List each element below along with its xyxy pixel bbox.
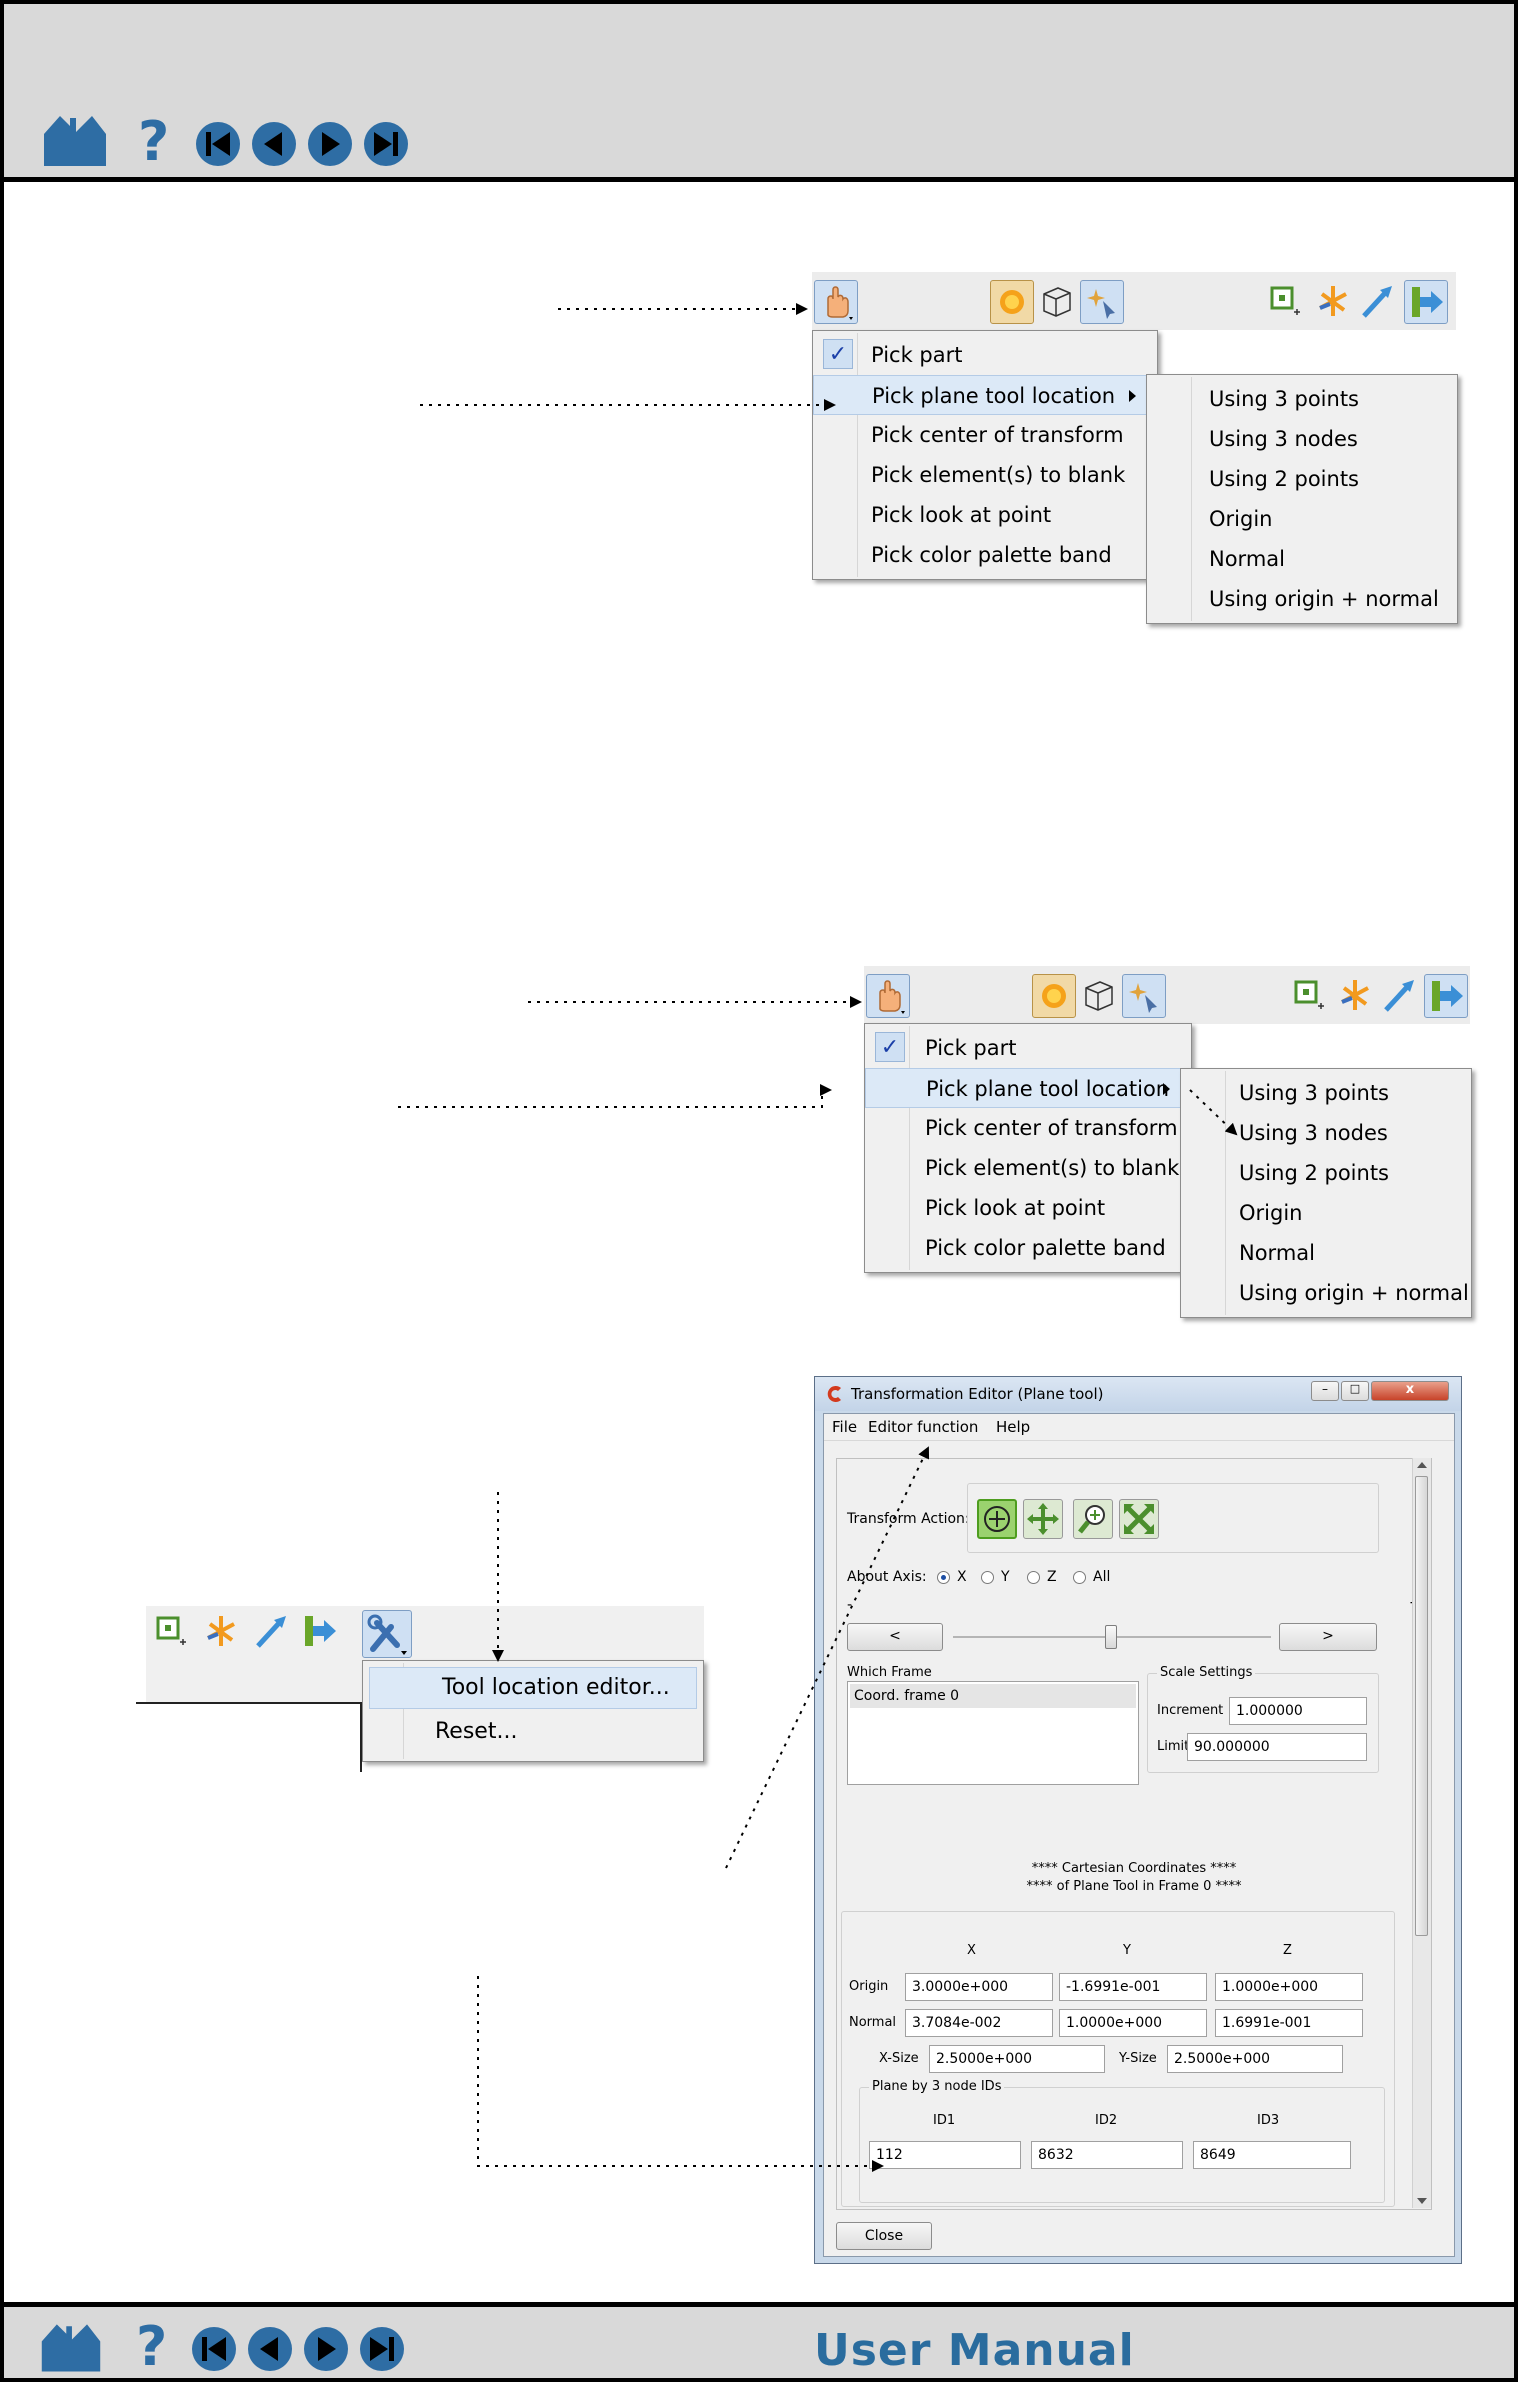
home-icon[interactable] xyxy=(38,2319,104,2375)
callout-arrow-editor-function xyxy=(725,1446,930,1869)
user-manual-title: User Manual xyxy=(814,2325,1135,2376)
callout-arrow-node-ids xyxy=(477,1976,884,2172)
svg-text:?: ? xyxy=(136,2317,167,2373)
footer-bar: ? User Manual xyxy=(4,2302,1514,2378)
previous-page-icon[interactable] xyxy=(246,2325,294,2373)
callout-arrow-pick-plane-2 xyxy=(398,1084,832,1108)
callout-arrows xyxy=(398,303,1238,2172)
help-icon[interactable]: ? xyxy=(132,2315,172,2378)
next-page-icon[interactable] xyxy=(302,2325,350,2373)
callout-arrow-using-3-nodes xyxy=(1189,1089,1238,1136)
last-page-icon[interactable] xyxy=(358,2325,406,2373)
first-page-icon[interactable] xyxy=(190,2325,238,2373)
